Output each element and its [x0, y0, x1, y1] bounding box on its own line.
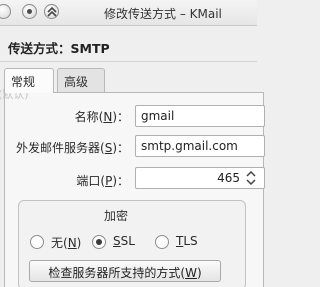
spin-arrows-icon[interactable]	[246, 171, 256, 185]
tab-advanced-label: 高级	[64, 75, 89, 89]
window-title: 修改传送方式 – KMail	[104, 7, 222, 21]
name-label: 名称(N)：	[74, 110, 129, 124]
page-heading: 传送方式：SMTP	[8, 41, 110, 56]
tab-general-label: 常规	[11, 75, 36, 89]
radio-ssl-circle	[92, 235, 106, 249]
tab-general[interactable]: 常规	[4, 68, 54, 93]
divider	[0, 61, 257, 62]
radio-none-label: 无(N)	[51, 236, 82, 250]
radio-none-circle	[30, 235, 44, 249]
double-chevron-up-icon	[47, 7, 57, 17]
sticky-button[interactable]	[22, 4, 37, 19]
encryption-group-title: 加密	[104, 209, 129, 223]
server-label: 外发邮件服务器(S)：	[16, 141, 129, 155]
title-bar: 修改传送方式 – KMail	[0, 0, 257, 26]
port-spinbox[interactable]: 465	[135, 167, 265, 189]
check-supported-methods-button[interactable]: 检查服务器所支持的方式(W)	[29, 260, 221, 282]
server-input[interactable]: smtp.gmail.com	[135, 135, 265, 157]
radio-ssl-label: SSL	[113, 234, 135, 248]
keep-above-button[interactable]	[44, 4, 59, 19]
tab-advanced[interactable]: 高级	[57, 68, 105, 92]
radio-tls-label: TLS	[176, 234, 198, 248]
window-menu-button[interactable]	[0, 4, 11, 19]
radio-tls-circle	[155, 235, 169, 249]
port-value: 465	[217, 171, 240, 185]
port-label: 端口(P)：	[76, 174, 129, 188]
name-input[interactable]: gmail	[135, 105, 265, 127]
